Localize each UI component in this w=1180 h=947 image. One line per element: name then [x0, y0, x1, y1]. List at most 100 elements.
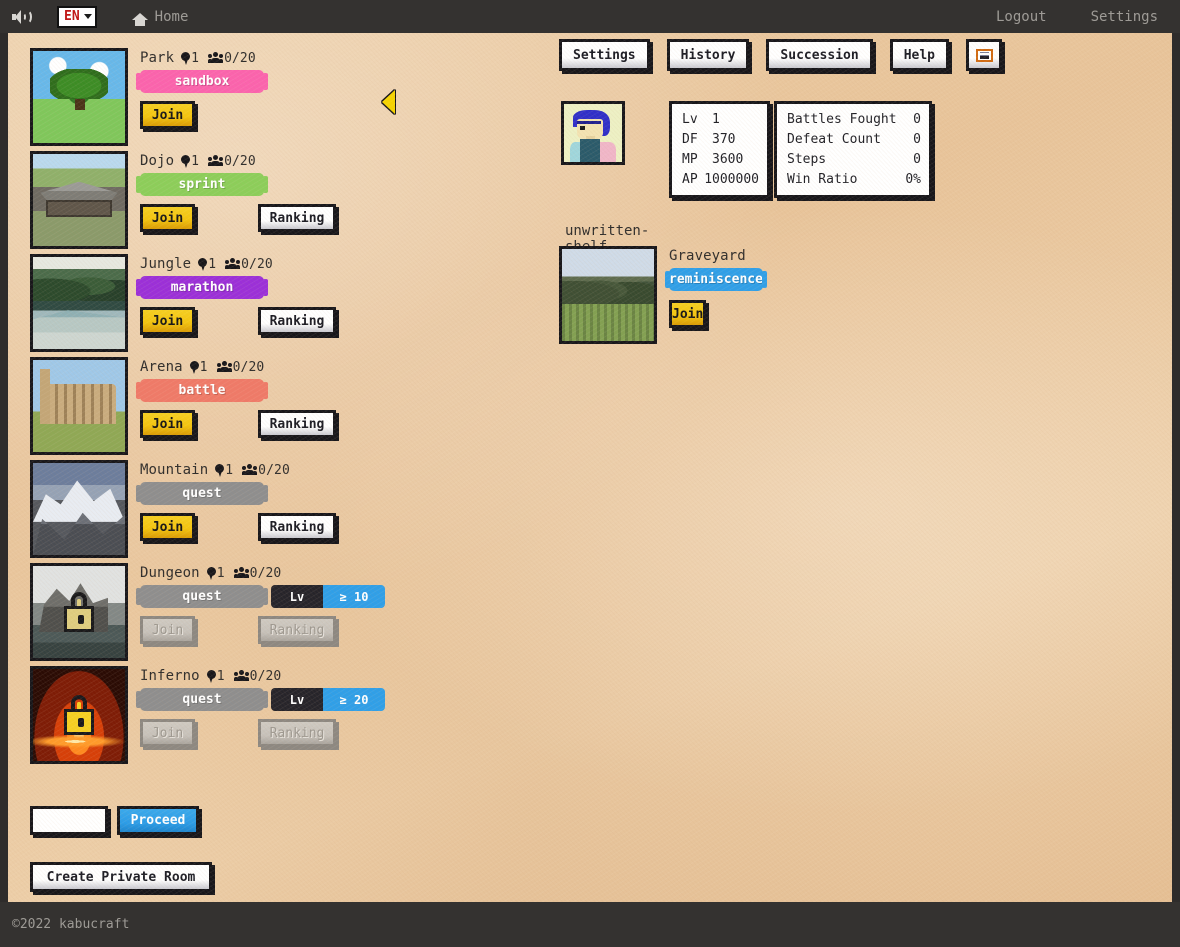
graveyard-thumbnail[interactable] [559, 246, 657, 344]
room-ranking-button[interactable]: Ranking [258, 410, 336, 438]
people-icon [225, 258, 240, 270]
proceed-button[interactable]: Proceed [117, 806, 199, 835]
menu-history-button[interactable]: History [667, 39, 750, 71]
menu-succession-button[interactable]: Succession [766, 39, 872, 71]
people-icon [217, 361, 232, 373]
room-row: Inferno10/20questLv≥ 20JoinRanking [22, 666, 422, 768]
main-stage: Park10/20sandboxJoinDojo10/20sprintJoinR… [8, 33, 1172, 902]
language-value: EN [64, 9, 80, 24]
stat-key: Steps [787, 152, 913, 167]
private-room-row: Proceed [30, 806, 199, 835]
people-icon [208, 52, 223, 64]
footer: ©2022 kabucraft [0, 902, 1180, 947]
stat-key: DF [682, 132, 712, 147]
room-header: Mountain 1 0/20 [140, 460, 422, 480]
settings-link[interactable]: Settings [1069, 9, 1180, 25]
stat-key: Lv [682, 112, 712, 127]
basic-stats-card: Lv1DF370MP3600AP1000000 [669, 101, 770, 198]
room-capacity: 0/20 [250, 669, 282, 684]
room-pin-value: 1 [208, 257, 216, 272]
menu-help-button[interactable]: Help [890, 39, 949, 71]
speaker-icon[interactable] [0, 0, 40, 33]
map-pin-icon [181, 52, 190, 65]
home-label: Home [155, 9, 189, 25]
room-name: Dungeon [140, 565, 200, 581]
room-code-input[interactable] [30, 806, 108, 835]
room-artwork [33, 154, 125, 246]
home-link[interactable]: Home [132, 9, 189, 25]
room-pin-value: 1 [217, 669, 225, 684]
stat-value: 1 [712, 112, 720, 127]
map-pin-icon [207, 670, 216, 683]
room-thumbnail[interactable] [30, 460, 128, 558]
language-select[interactable]: EN [57, 6, 97, 28]
graveyard-join-button[interactable]: Join [669, 300, 706, 328]
room-pin-value: 1 [191, 51, 199, 66]
room-thumbnail[interactable] [30, 357, 128, 455]
room-tag: quest [140, 688, 264, 711]
room-join-button[interactable]: Join [140, 513, 195, 541]
stat-value: 370 [712, 132, 735, 147]
menu-settings-button[interactable]: Settings [559, 39, 650, 71]
stat-line: DF370 [682, 129, 759, 149]
room-thumbnail[interactable] [30, 48, 128, 146]
stat-line: Win Ratio0% [787, 169, 921, 189]
room-join-button[interactable]: Join [140, 307, 195, 335]
room-name: Inferno [140, 668, 200, 684]
room-ranking-button[interactable]: Ranking [258, 204, 336, 232]
room-name: Mountain [140, 462, 208, 478]
room-capacity: 0/20 [224, 154, 256, 169]
home-icon [132, 13, 148, 20]
room-header: Dojo 1 0/20 [140, 151, 422, 171]
menu-row: Settings History Succession Help [559, 39, 1002, 71]
room-ranking-button[interactable]: Ranking [258, 307, 336, 335]
room-artwork [33, 463, 125, 555]
room-pin-value: 1 [225, 463, 233, 478]
room-tag: quest [140, 482, 264, 505]
room-pin-value: 1 [200, 360, 208, 375]
people-icon [242, 464, 257, 476]
stat-value: 0 [913, 112, 921, 127]
level-req-value: ≥ 20 [323, 688, 385, 711]
room-capacity: 0/20 [258, 463, 290, 478]
room-thumbnail[interactable] [30, 254, 128, 352]
room-join-button[interactable]: Join [140, 410, 195, 438]
level-req-value: ≥ 10 [323, 585, 385, 608]
room-thumbnail [30, 666, 128, 764]
people-icon [208, 155, 223, 167]
room-row: Jungle10/20marathonJoinRanking [22, 254, 422, 356]
room-capacity: 0/20 [233, 360, 265, 375]
room-row: Park10/20sandboxJoin [22, 48, 422, 150]
room-ranking-button[interactable]: Ranking [258, 513, 336, 541]
room-artwork [33, 257, 125, 349]
room-row: Arena10/20battleJoinRanking [22, 357, 422, 459]
lock-icon [64, 695, 94, 735]
stat-line: Defeat Count0 [787, 129, 921, 149]
room-tag: marathon [140, 276, 264, 299]
notes-icon [976, 49, 993, 62]
room-header: Arena10/20 [140, 357, 422, 377]
room-capacity: 0/20 [241, 257, 273, 272]
room-row: Dungeon10/20questLv≥ 10JoinRanking [22, 563, 422, 665]
level-req-key: Lv [271, 688, 323, 711]
left-arrow-marker [382, 90, 395, 114]
room-ranking-button: Ranking [258, 616, 336, 644]
people-icon [234, 670, 249, 682]
room-artwork [33, 566, 125, 658]
logout-link[interactable]: Logout [974, 9, 1069, 25]
notes-button[interactable] [966, 39, 1002, 71]
room-thumbnail [30, 563, 128, 661]
room-pin-value: 1 [191, 154, 199, 169]
stat-key: Win Ratio [787, 172, 905, 187]
map-pin-icon [215, 464, 224, 477]
room-thumbnail[interactable] [30, 151, 128, 249]
map-pin-icon [207, 567, 216, 580]
create-private-room-button[interactable]: Create Private Room [30, 862, 212, 892]
room-name: Dojo [140, 153, 174, 169]
room-join-button[interactable]: Join [140, 204, 195, 232]
room-ranking-button: Ranking [258, 719, 336, 747]
stat-key: MP [682, 152, 712, 167]
room-join-button[interactable]: Join [140, 101, 195, 129]
map-pin-icon [181, 155, 190, 168]
room-pin-value: 1 [217, 566, 225, 581]
